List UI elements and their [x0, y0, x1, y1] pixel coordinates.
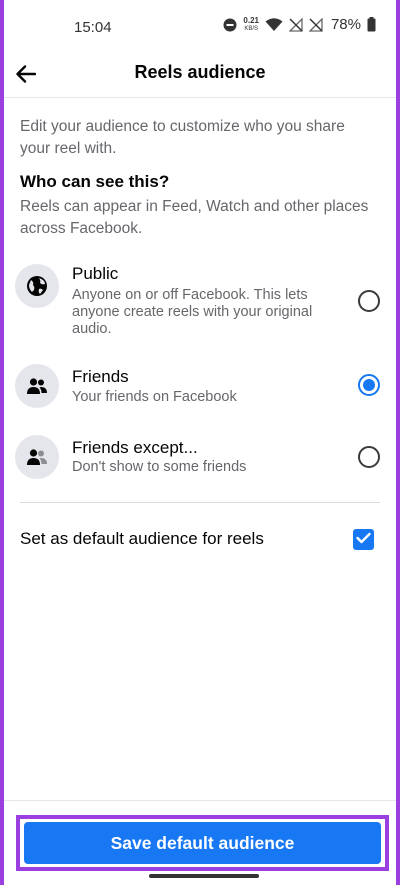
- home-indicator[interactable]: [149, 874, 259, 878]
- option-description: Don't show to some friends: [72, 459, 247, 475]
- no-signal-icon: [288, 17, 303, 32]
- audience-option-friends-except[interactable]: Friends except... Don't show to some fri…: [14, 435, 386, 485]
- net-speed-value: 0.21: [243, 15, 259, 25]
- screen: 15:04 0.21 KB/S 78% Reels audience Edit …: [4, 0, 396, 885]
- option-title: Public: [72, 264, 119, 283]
- default-audience-label: Set as default audience for reels: [20, 529, 264, 548]
- audience-option-friends[interactable]: Friends Your friends on Facebook: [14, 364, 386, 414]
- friends-except-icon: [15, 435, 59, 479]
- option-description: Anyone on or off Facebook. This lets any…: [72, 287, 313, 337]
- checkmark-icon: [356, 531, 371, 549]
- net-speed-unit: KB/S: [244, 25, 259, 32]
- default-audience-row[interactable]: Set as default audience for reels: [20, 525, 380, 555]
- option-title: Friends: [72, 367, 129, 386]
- status-icons: 0.21 KB/S 78%: [223, 16, 376, 33]
- intro-text: Edit your audience to customize who you …: [20, 118, 345, 157]
- do-not-disturb-icon: [223, 18, 237, 32]
- default-audience-checkbox[interactable]: [353, 529, 374, 550]
- wifi-icon: [265, 17, 283, 32]
- footer-divider: [4, 800, 396, 801]
- page-title: Reels audience: [134, 62, 266, 82]
- battery-icon: [367, 17, 376, 32]
- radio-friends[interactable]: [358, 374, 380, 396]
- no-signal-icon-2: [308, 17, 323, 32]
- section-title: Who can see this?: [20, 172, 170, 191]
- battery-percent: 78%: [330, 16, 361, 33]
- divider: [20, 502, 380, 503]
- status-bar: 15:04 0.21 KB/S 78%: [4, 0, 396, 54]
- audience-option-public[interactable]: Public Anyone on or off Facebook. This l…: [14, 262, 386, 340]
- section-description: Reels can appear in Feed, Watch and othe…: [20, 198, 369, 237]
- option-title: Friends except...: [72, 438, 198, 457]
- status-time: 15:04: [74, 19, 112, 36]
- globe-icon: [15, 264, 59, 308]
- radio-friends-except[interactable]: [358, 446, 380, 468]
- radio-public[interactable]: [358, 290, 380, 312]
- save-default-audience-button[interactable]: Save default audience: [24, 822, 381, 864]
- friends-icon: [15, 364, 59, 408]
- net-speed-indicator: 0.21 KB/S: [243, 15, 259, 33]
- option-description: Your friends on Facebook: [72, 389, 237, 405]
- header: Reels audience: [4, 54, 396, 98]
